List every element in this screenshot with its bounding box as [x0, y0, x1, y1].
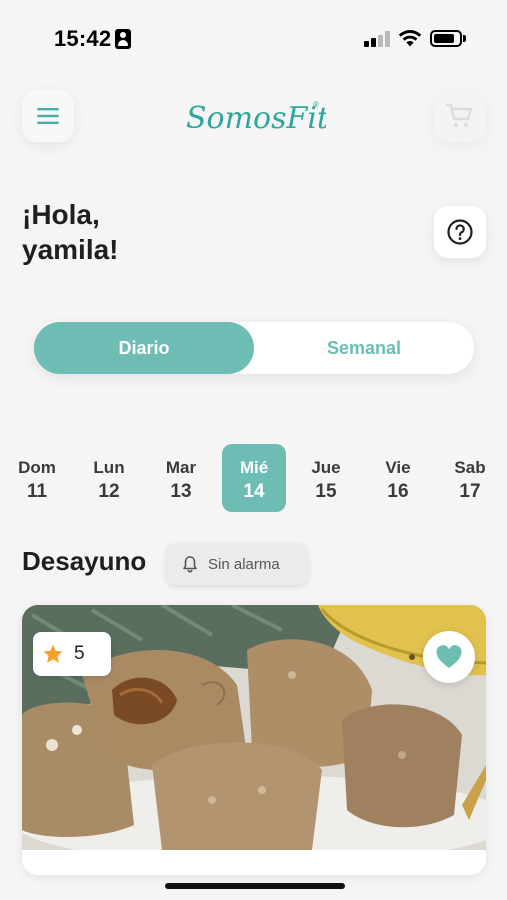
star-icon: [43, 644, 63, 663]
logo-text: SomosFit: [186, 101, 326, 136]
status-time: 15:42: [54, 26, 112, 51]
shopping-cart-icon: [446, 103, 473, 128]
somosfit-logo: SomosFit ®: [186, 100, 326, 136]
day-date: 12: [98, 481, 120, 502]
cellular-signal-icon: [364, 31, 390, 47]
home-indicator[interactable]: [165, 883, 345, 889]
day-mie[interactable]: Mié 14: [222, 444, 286, 512]
day-date: 16: [387, 481, 409, 502]
tab-diario[interactable]: Diario: [34, 322, 254, 374]
help-button[interactable]: [434, 206, 486, 258]
rating-badge: 5: [33, 632, 111, 676]
day-name: Jue: [311, 458, 341, 477]
cart-button[interactable]: [434, 90, 486, 142]
recipe-card[interactable]: 5: [22, 605, 486, 875]
day-name: Lun: [93, 458, 125, 477]
battery-cap: [463, 35, 466, 42]
greeting-line-1: ¡Hola,: [22, 199, 100, 230]
day-name: Sab: [454, 458, 486, 477]
greeting: ¡Hola, yamila!: [22, 197, 322, 267]
status-bar: 15:42: [0, 0, 507, 72]
heart-icon: [436, 645, 462, 668]
day-vie[interactable]: Vie 16: [366, 444, 430, 512]
day-date: 13: [170, 481, 192, 502]
alarm-button[interactable]: Sin alarma: [166, 543, 308, 585]
favorite-button[interactable]: [423, 631, 475, 683]
question-circle-icon: [447, 219, 473, 245]
day-name: Mié: [239, 458, 269, 477]
day-mar[interactable]: Mar 13: [149, 444, 213, 512]
alarm-label: Sin alarma: [208, 555, 280, 573]
day-jue[interactable]: Jue 15: [294, 444, 358, 512]
day-name: Mar: [165, 458, 197, 477]
day-dom[interactable]: Dom 11: [5, 444, 69, 512]
battery-icon: [430, 30, 462, 47]
view-toggle: Diario Semanal: [34, 322, 474, 374]
day-sab[interactable]: Sab 17: [438, 444, 502, 512]
greeting-user: yamila!: [22, 234, 119, 265]
person-icon: [115, 29, 131, 49]
day-lun[interactable]: Lun 12: [77, 444, 141, 512]
day-date: 17: [459, 481, 481, 502]
menu-button[interactable]: [22, 90, 74, 142]
day-name: Vie: [385, 458, 411, 477]
wifi-icon: [398, 30, 422, 47]
rating-value: 5: [74, 643, 85, 664]
hamburger-menu-icon: [37, 108, 59, 124]
logo-registered-mark: ®: [313, 100, 319, 109]
day-date: 11: [26, 481, 48, 502]
day-name: Dom: [18, 458, 56, 477]
meal-title: Desayuno: [22, 546, 147, 576]
bell-icon: [183, 556, 197, 573]
day-date: 14: [243, 481, 265, 502]
tab-semanal[interactable]: Semanal: [254, 322, 474, 374]
day-date: 15: [315, 481, 337, 502]
battery-level: [434, 34, 454, 43]
